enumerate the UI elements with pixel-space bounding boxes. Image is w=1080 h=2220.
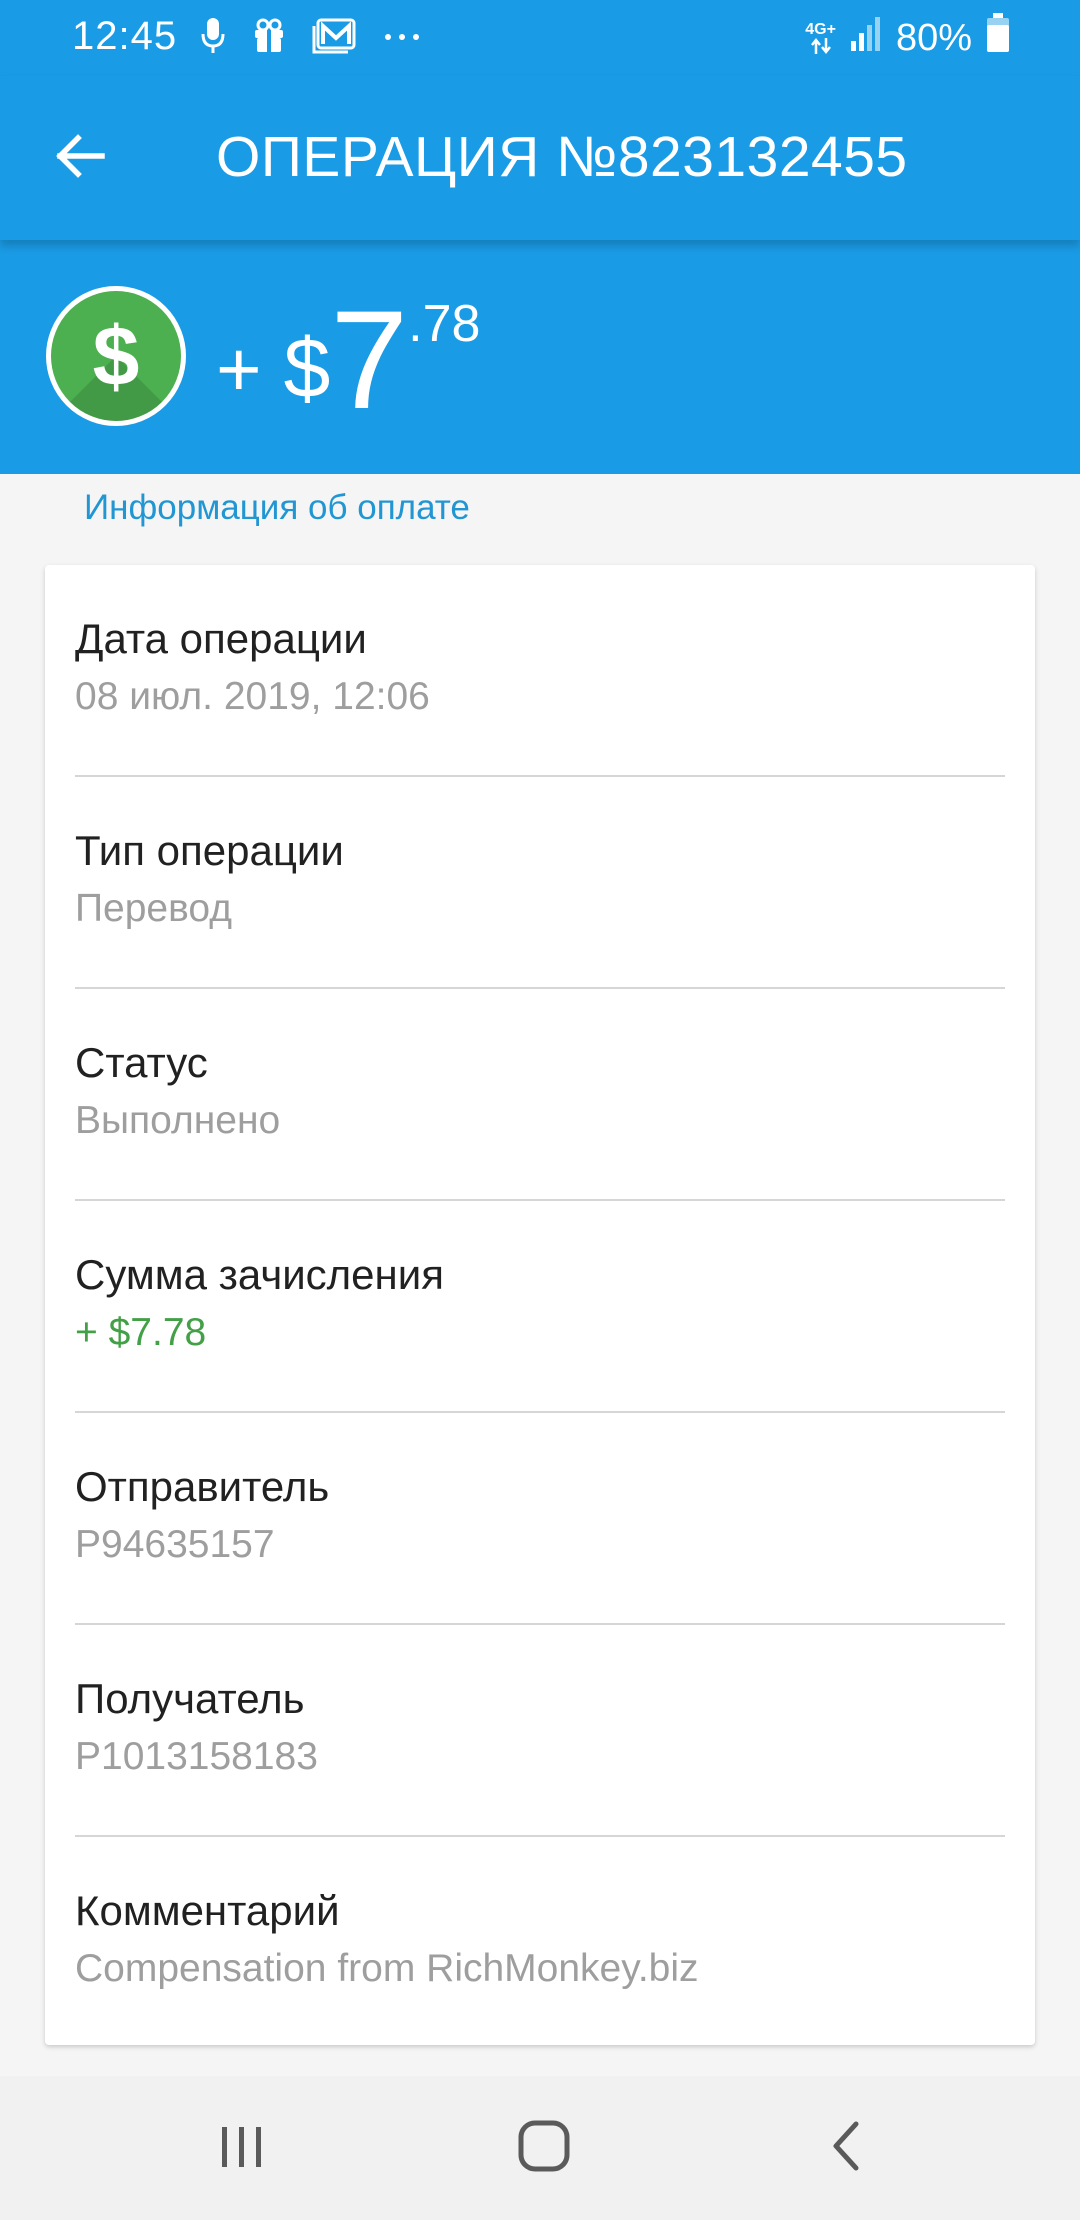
battery-icon: [986, 13, 1010, 63]
system-icons: 4G+ 80%: [805, 13, 1010, 63]
home-button[interactable]: [474, 2076, 614, 2220]
row-value: P1013158183: [75, 1735, 318, 1778]
row-value: Выполнено: [75, 1099, 281, 1142]
row-value: P94635157: [75, 1523, 275, 1566]
info-row-date: Дата операции 08 июл. 2019, 12:06: [75, 565, 1005, 777]
row-label: Получатель: [75, 1675, 305, 1722]
arrow-left-icon: [54, 130, 106, 187]
info-row-amount: Сумма зачисления + $7.78: [75, 1201, 1005, 1413]
home-icon: [516, 2118, 572, 2179]
signal-icon: [850, 15, 882, 61]
row-value: 08 июл. 2019, 12:06: [75, 675, 430, 718]
status-time: 12:45: [72, 14, 178, 58]
amount-sign: +: [216, 325, 262, 413]
status-bar: 12:45 4G+ 80%: [0, 0, 1080, 76]
recents-button[interactable]: [172, 2076, 312, 2220]
row-value-amount: + $7.78: [75, 1311, 207, 1354]
back-button[interactable]: [40, 118, 120, 198]
row-label: Тип операции: [75, 827, 344, 874]
badge-symbol: $: [92, 309, 140, 403]
info-row-type: Тип операции Перевод: [75, 777, 1005, 989]
info-row-comment: Комментарий Compensation from RichMonkey…: [75, 1837, 1005, 2049]
recents-icon: [217, 2121, 267, 2176]
row-label: Статус: [75, 1039, 208, 1086]
app-bar: ОПЕРАЦИЯ №823132455: [0, 76, 1080, 240]
system-nav-bar: [0, 2076, 1080, 2220]
back-chevron-icon: [826, 2118, 866, 2179]
info-row-status: Статус Выполнено: [75, 989, 1005, 1201]
info-row-recipient: Получатель P1013158183: [75, 1625, 1005, 1837]
row-label: Отправитель: [75, 1463, 330, 1510]
row-label: Сумма зачисления: [75, 1251, 444, 1298]
amount-display: + $ 7 .78: [216, 290, 480, 430]
amount-currency: $: [283, 321, 331, 415]
network-arrows-icon: 4G+: [805, 22, 836, 54]
row-label: Дата операции: [75, 615, 367, 662]
payment-info-card: Дата операции 08 июл. 2019, 12:06 Тип оп…: [45, 565, 1035, 2045]
notification-icons: [200, 16, 422, 60]
row-value: Перевод: [75, 887, 232, 930]
network-type: 4G+: [805, 21, 836, 38]
amount-header: $ + $ 7 .78: [0, 240, 1080, 474]
section-label: Информация об оплате: [84, 488, 470, 527]
gift-icon: [252, 18, 286, 59]
info-row-sender: Отправитель P94635157: [75, 1413, 1005, 1625]
nav-back-button[interactable]: [776, 2076, 916, 2220]
row-value: Compensation from RichMonkey.biz: [75, 1947, 699, 1990]
amount-cents: .78: [408, 295, 481, 353]
amount-main: 7: [330, 281, 409, 438]
dollar-badge-icon: $: [46, 286, 186, 426]
mail-icon: [312, 18, 356, 59]
battery-percent: 80%: [895, 16, 972, 59]
row-label: Комментарий: [75, 1887, 340, 1934]
page-title: ОПЕРАЦИЯ №823132455: [216, 125, 908, 189]
more-dots-icon: [382, 29, 422, 47]
microphone-icon: [200, 16, 226, 61]
